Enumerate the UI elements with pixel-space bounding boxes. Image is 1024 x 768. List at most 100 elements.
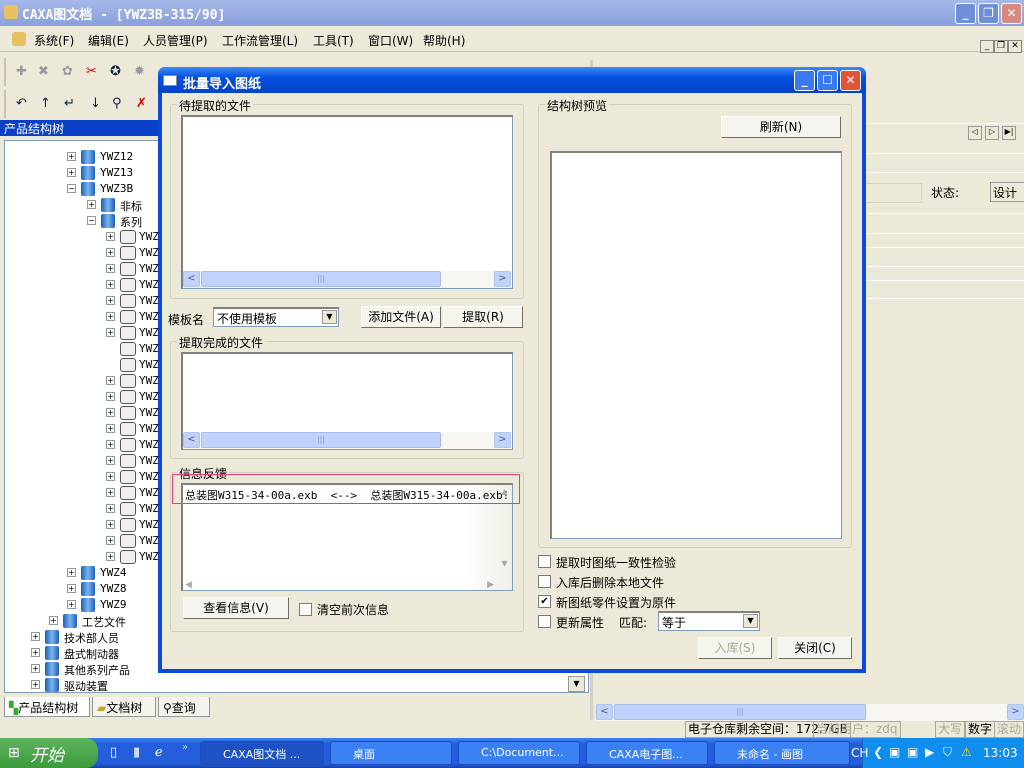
field-input[interactable] — [866, 183, 922, 203]
gear-icon[interactable]: ✹ — [134, 64, 145, 79]
expand-icon[interactable]: + — [67, 152, 76, 161]
menu-tools[interactable]: 工具(T) — [313, 32, 354, 49]
security-shield-icon[interactable]: ⛉ — [943, 745, 952, 760]
template-select[interactable]: 不使用模板 ▼ — [213, 307, 339, 327]
scroll-thumb[interactable]: ||| — [614, 704, 866, 720]
scroll-down-icon[interactable]: ▼ — [497, 559, 512, 573]
extracted-hscrollbar[interactable]: < ||| > — [183, 432, 511, 449]
expand-icon[interactable]: + — [106, 296, 115, 305]
move-down-icon[interactable]: ↓ — [90, 96, 101, 111]
start-button[interactable]: ⊞ 开始 — [0, 738, 98, 768]
scroll-left-icon[interactable]: < — [183, 271, 200, 287]
refresh-button[interactable]: 刷新(N) — [721, 116, 841, 138]
last-icon[interactable]: ▶| — [1002, 126, 1016, 140]
collapse-icon[interactable]: − — [87, 216, 96, 225]
menu-personnel[interactable]: 人员管理(P) — [143, 32, 208, 49]
expand-icon[interactable]: + — [106, 328, 115, 337]
dialog-maximize-button[interactable]: ☐ — [817, 70, 838, 91]
scroll-left-icon[interactable]: ◀ — [185, 580, 192, 590]
network-disconnected-icon[interactable]: ▣ — [907, 745, 918, 759]
extracted-files-list[interactable]: < ||| > — [181, 352, 513, 450]
move-up-icon[interactable]: ↑ — [40, 96, 51, 111]
view-info-button[interactable]: 查看信息(V) — [183, 597, 289, 619]
expand-icon[interactable]: + — [67, 568, 76, 577]
add-icon[interactable]: ✚ — [16, 64, 27, 79]
network-icon[interactable]: ▣ — [889, 745, 900, 759]
store-button[interactable]: 入库(S) — [698, 637, 772, 659]
option-checkbox-delete-local[interactable] — [538, 575, 551, 588]
mdi-minimize-button[interactable]: _ — [980, 40, 994, 53]
menu-workflow[interactable]: 工作流管理(L) — [222, 32, 298, 49]
scroll-left-icon[interactable]: < — [183, 432, 200, 448]
chevron-down-icon[interactable]: ▼ — [322, 310, 337, 324]
more-chevron-icon[interactable]: » — [182, 742, 188, 753]
link-icon[interactable]: ✿ — [62, 64, 73, 79]
tab-query[interactable]: ⚲查询 — [158, 697, 210, 717]
remove-view-icon[interactable]: ✗ — [136, 96, 147, 111]
extract-button[interactable]: 提取(R) — [443, 306, 523, 328]
expand-icon[interactable]: + — [106, 424, 115, 433]
tab-product-tree[interactable]: ▚产品结构树 — [4, 697, 90, 717]
task-caxa-draw[interactable]: CAXA电子图... — [586, 741, 708, 765]
delete-icon[interactable]: ✖ — [38, 64, 49, 79]
scroll-thumb[interactable]: ||| — [201, 432, 441, 448]
next-icon[interactable]: ▷ — [985, 126, 999, 140]
tree-node[interactable]: + 驱动装置 — [5, 677, 585, 693]
scroll-right-icon[interactable]: > — [494, 271, 511, 287]
expand-icon[interactable]: + — [106, 472, 115, 481]
expand-icon[interactable]: + — [49, 616, 58, 625]
match-select[interactable]: 等于 ▼ — [658, 611, 760, 631]
return-icon[interactable]: ↵ — [64, 96, 75, 111]
right-horizontal-scrollbar[interactable]: < ||| > — [596, 704, 1024, 721]
status-field[interactable]: 设计 — [990, 182, 1024, 202]
media-player-icon[interactable]: ▶ — [925, 745, 934, 759]
scroll-thumb[interactable]: ||| — [201, 271, 441, 287]
expand-icon[interactable]: + — [106, 408, 115, 417]
collapse-icon[interactable]: − — [67, 184, 76, 193]
gear-add-icon[interactable]: ✪ — [110, 64, 121, 79]
unlink-icon[interactable]: ✂ — [86, 64, 97, 79]
structure-preview-tree[interactable] — [550, 151, 842, 539]
prev-icon[interactable]: ◁ — [968, 126, 982, 140]
dialog-minimize-button[interactable]: _ — [794, 70, 815, 91]
menu-system[interactable]: 系统(F) — [34, 32, 74, 49]
task-paint[interactable]: 未命名 - 画图 — [714, 741, 850, 765]
expand-icon[interactable]: + — [31, 648, 40, 657]
task-desktop[interactable]: 桌面 — [330, 741, 452, 765]
expand-icon[interactable]: + — [106, 456, 115, 465]
expand-icon[interactable]: + — [106, 248, 115, 257]
scroll-right-icon[interactable]: ▶ — [487, 580, 494, 590]
expand-icon[interactable]: + — [106, 232, 115, 241]
task-explorer[interactable]: C:\Document... — [458, 741, 580, 765]
expand-icon[interactable]: + — [67, 600, 76, 609]
warning-icon[interactable]: ⚠ — [961, 745, 972, 759]
expand-icon[interactable]: + — [106, 488, 115, 497]
view-icon[interactable]: ⚲ — [112, 96, 122, 111]
tray-expand-icon[interactable]: ❮ — [873, 745, 883, 759]
clear-previous-checkbox[interactable] — [299, 603, 312, 616]
ie-icon[interactable]: ℯ — [155, 745, 163, 760]
expand-icon[interactable]: + — [67, 168, 76, 177]
show-desktop-icon[interactable]: ▯ — [110, 745, 117, 760]
media-icon[interactable]: ▮ — [133, 745, 140, 760]
restore-button[interactable]: ❐ — [978, 3, 999, 24]
expand-icon[interactable]: + — [106, 504, 115, 513]
undo-arrow-icon[interactable]: ↶ — [16, 96, 27, 111]
task-caxa-doc[interactable]: CAXA图文档 ... — [200, 741, 324, 765]
option-checkbox-update-attributes[interactable] — [538, 615, 551, 628]
add-file-button[interactable]: 添加文件(A) — [361, 306, 441, 328]
pending-files-list[interactable]: < ||| > — [181, 115, 513, 289]
expand-icon[interactable]: + — [31, 664, 40, 673]
language-indicator[interactable]: CH — [851, 746, 868, 760]
scroll-right-icon[interactable]: > — [1007, 704, 1024, 720]
option-checkbox-set-original[interactable]: ✔ — [538, 595, 551, 608]
dialog-close-button[interactable]: ✕ — [840, 70, 861, 91]
expand-icon[interactable]: + — [67, 584, 76, 593]
menu-window[interactable]: 窗口(W) — [368, 32, 413, 49]
close-dialog-button[interactable]: 关闭(C) — [778, 637, 852, 659]
expand-icon[interactable]: + — [106, 280, 115, 289]
expand-icon[interactable]: + — [106, 520, 115, 529]
expand-icon[interactable]: + — [106, 312, 115, 321]
expand-icon[interactable]: + — [106, 376, 115, 385]
expand-icon[interactable]: + — [106, 264, 115, 273]
